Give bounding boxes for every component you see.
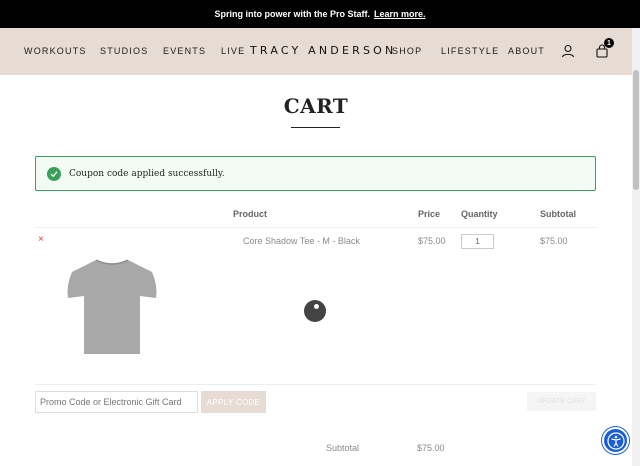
user-icon[interactable] (560, 43, 576, 59)
product-name-link[interactable]: Core Shadow Tee - M - Black (243, 236, 360, 246)
nav-about[interactable]: ABOUT (508, 46, 545, 56)
totals-subtotal-label: Subtotal (326, 443, 360, 453)
header-price: Price (418, 209, 441, 219)
check-circle-icon (47, 166, 61, 181)
success-notice: Coupon code applied successfully. (35, 156, 596, 191)
scrollbar-thumb[interactable] (633, 70, 639, 190)
accessibility-icon[interactable] (602, 427, 629, 454)
notice-message: Coupon code applied successfully. (69, 168, 225, 179)
nav-live[interactable]: LIVE (221, 46, 245, 56)
nav-shop[interactable]: SHOP (392, 46, 422, 56)
header-product: Product (233, 209, 268, 219)
nav-lifestyle[interactable]: LIFESTYLE (441, 46, 499, 56)
quantity-input[interactable] (461, 234, 494, 249)
totals-subtotal-value: $75.00 (417, 443, 445, 453)
learn-more-link[interactable]: Learn more. (374, 9, 426, 19)
nav-events[interactable]: EVENTS (163, 46, 206, 56)
header-quantity: Quantity (461, 209, 498, 219)
cart-count-badge: 1 (604, 38, 614, 48)
scrollbar[interactable] (632, 28, 640, 466)
announcement-bar: Spring into power with the Pro Staff. Le… (0, 0, 640, 28)
product-image[interactable] (66, 256, 158, 356)
product-subtotal: $75.00 (540, 236, 568, 246)
page-title: CART (283, 94, 349, 118)
table-divider (35, 384, 596, 385)
site-header: WORKOUTS STUDIOS EVENTS LIVE TRACY ANDER… (0, 28, 632, 75)
loading-spinner (304, 300, 326, 322)
header-subtotal: Subtotal (540, 209, 576, 219)
table-divider (35, 227, 596, 228)
nav-studios[interactable]: STUDIOS (100, 46, 148, 56)
update-cart-button[interactable]: UPDATE CART (527, 392, 596, 411)
product-price: $75.00 (418, 236, 446, 246)
title-underline (291, 127, 340, 128)
shopping-bag-icon[interactable]: 1 (594, 38, 614, 59)
remove-item-button[interactable]: × (38, 234, 44, 245)
apply-code-button[interactable]: APPLY CODE (201, 391, 266, 413)
nav-workouts[interactable]: WORKOUTS (24, 46, 87, 56)
brand-logo[interactable]: TRACY ANDERSON (250, 44, 396, 57)
promo-code-input[interactable] (35, 391, 198, 413)
announcement-text: Spring into power with the Pro Staff. (214, 9, 370, 19)
